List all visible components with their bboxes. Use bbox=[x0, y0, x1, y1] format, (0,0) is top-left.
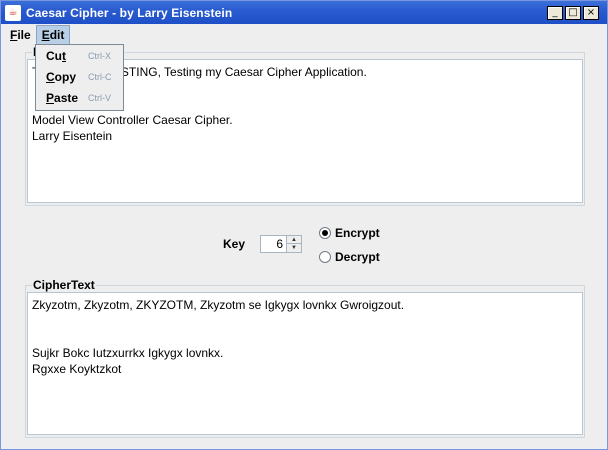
paste-shortcut: Ctrl-V bbox=[88, 92, 111, 103]
edit-dropdown: Cut Ctrl-X Copy Ctrl-C Paste Ctrl-V bbox=[35, 44, 124, 111]
app-window: ☕ Caesar Cipher - by Larry Eisenstein _ … bbox=[0, 0, 608, 450]
cut-mnemonic: t bbox=[62, 48, 66, 63]
copy-label: Copy bbox=[46, 70, 76, 84]
key-spinner-value[interactable]: 6 bbox=[276, 237, 283, 251]
encrypt-option[interactable]: Encrypt bbox=[319, 226, 380, 240]
edit-menu[interactable]: Edit bbox=[35, 24, 71, 45]
cut-shortcut: Ctrl-X bbox=[88, 50, 111, 61]
edit-menu-mnemonic: E bbox=[41, 27, 50, 42]
window-title: Caesar Cipher - by Larry Eisenstein bbox=[26, 5, 233, 20]
ciphertext-panel-title: CipherText bbox=[32, 278, 96, 292]
paste-mnemonic: P bbox=[46, 90, 55, 105]
file-menu-label: ile bbox=[17, 27, 31, 42]
key-label: Key bbox=[223, 237, 246, 251]
menu-item-paste[interactable]: Paste Ctrl-V bbox=[36, 87, 123, 108]
menu-item-cut[interactable]: Cut Ctrl-X bbox=[36, 45, 123, 66]
maximize-button[interactable]: □ bbox=[565, 6, 581, 20]
decrypt-option[interactable]: Decrypt bbox=[319, 250, 380, 264]
copy-label-post: opy bbox=[54, 69, 77, 84]
encrypt-radio[interactable] bbox=[319, 227, 331, 239]
spinner-down-arrow-icon[interactable]: ▼ bbox=[286, 244, 301, 252]
cut-label-pre: Cu bbox=[46, 48, 62, 63]
spinner-up-arrow-icon[interactable]: ▲ bbox=[286, 236, 301, 244]
close-button[interactable]: × bbox=[583, 6, 599, 20]
decrypt-radio[interactable] bbox=[319, 251, 331, 263]
window-controls: _ □ × bbox=[547, 6, 599, 20]
menu-bar: File Edit bbox=[1, 24, 607, 45]
menu-item-copy[interactable]: Copy Ctrl-C bbox=[36, 66, 123, 87]
copy-mnemonic: C bbox=[46, 69, 55, 84]
file-menu[interactable]: File bbox=[5, 26, 36, 44]
cut-label: Cut bbox=[46, 49, 66, 63]
ciphertext-area[interactable]: Zkyzotm, Zkyzotm, ZKYZOTM, Zkyzotm se Ig… bbox=[27, 292, 583, 435]
key-spinner[interactable]: 6 ▲ ▼ bbox=[260, 235, 302, 253]
decrypt-label[interactable]: Decrypt bbox=[335, 250, 380, 264]
minimize-button[interactable]: _ bbox=[547, 6, 563, 20]
paste-label: Paste bbox=[46, 91, 78, 105]
java-cup-icon: ☕ bbox=[5, 4, 21, 21]
encrypt-label[interactable]: Encrypt bbox=[335, 226, 380, 240]
paste-label-post: aste bbox=[54, 90, 79, 105]
edit-menu-label: dit bbox=[49, 27, 65, 42]
radio-selected-dot bbox=[322, 230, 328, 236]
title-bar[interactable]: ☕ Caesar Cipher - by Larry Eisenstein _ … bbox=[1, 1, 607, 24]
copy-shortcut: Ctrl-C bbox=[88, 71, 112, 82]
